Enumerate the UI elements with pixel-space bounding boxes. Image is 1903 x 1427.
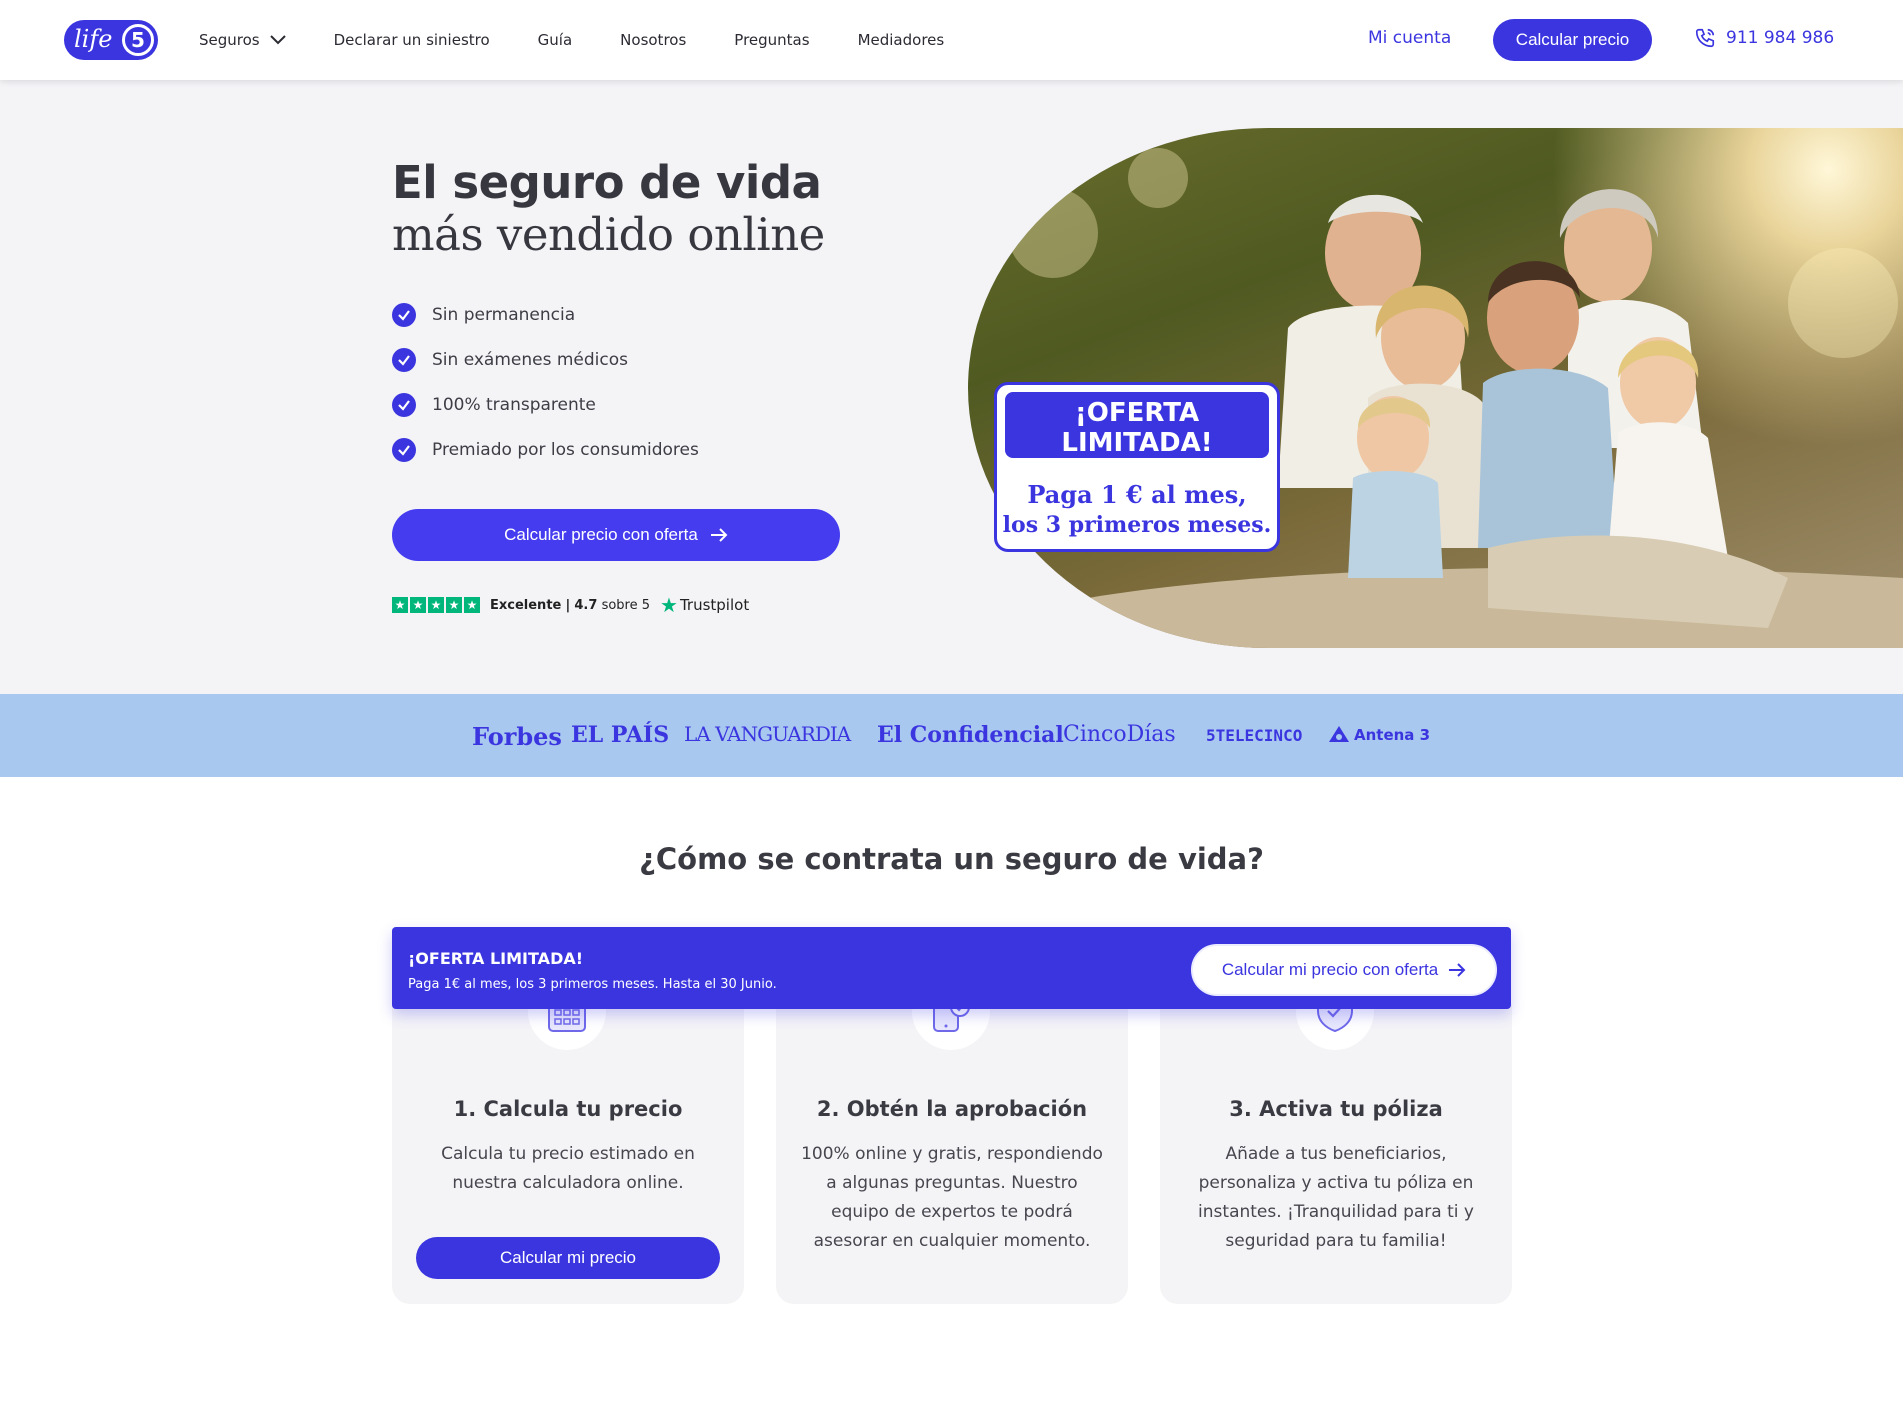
step-2-title: 2. Obtén la aprobación (816, 1097, 1088, 1121)
nav-preguntas[interactable]: Preguntas (734, 31, 809, 49)
el-pais-logo: EL PAÍS (571, 722, 670, 748)
calculate-price-button[interactable]: Calcular precio (1493, 19, 1652, 61)
feature-list: Sin permanencia Sin exámenes médicos 100… (392, 292, 699, 472)
offer-badge-line2: los 3 primeros meses. (1002, 512, 1272, 538)
phone-number: 911 984 986 (1726, 28, 1835, 48)
step-1-text: Calcula tu precio estimado en nuestra ca… (441, 1144, 695, 1193)
offer-badge-header: ¡OFERTA LIMITADA! Hasta el 30 Junio. (1005, 392, 1269, 476)
hero-title: El seguro de vida (392, 156, 822, 209)
offer-badge-subtitle: Hasta el 30 Junio. (1071, 458, 1203, 476)
nav-nosotros[interactable]: Nosotros (620, 31, 686, 49)
offer-badge-title: ¡OFERTA LIMITADA! (1061, 398, 1213, 458)
life5-logo[interactable]: life 5 (64, 20, 158, 60)
logo-text: life (74, 25, 113, 53)
step-card-3: 3. Activa tu póliza Añade a tus benefici… (1160, 972, 1512, 1304)
star-icon: ★ (392, 597, 408, 613)
offer-badge-line1: Paga 1 € al mes, (1027, 480, 1247, 509)
nav-seguros[interactable]: Seguros (199, 31, 286, 49)
limited-offer-badge: ¡OFERTA LIMITADA! Hasta el 30 Junio. Pag… (994, 382, 1280, 552)
trustpilot-rating[interactable]: ★ ★ ★ ★ ★ Excelente | 4.7 sobre 5 ★ Trus… (392, 593, 749, 617)
trustpilot-rating-word: Excelente (490, 597, 562, 613)
check-icon (392, 437, 416, 462)
check-icon (392, 302, 416, 327)
offer-bar-title: ¡OFERTA LIMITADA! (408, 949, 584, 968)
antena3-label: Antena 3 (1354, 726, 1431, 744)
hero-section: El seguro de vida más vendido online Sin… (0, 80, 1903, 694)
la-vanguardia-logo: LA VANGUARDIA (684, 722, 851, 746)
trustpilot-star-icon: ★ (660, 593, 678, 617)
step-3-title: 3. Activa tu póliza (1229, 1097, 1443, 1121)
star-icon: ★ (446, 597, 462, 613)
trustpilot-brand: Trustpilot (679, 596, 750, 614)
antena3-logo: Antena 3 (1328, 725, 1430, 744)
limited-offer-bar: ¡OFERTA LIMITADA! Paga 1€ al mes, los 3 … (392, 927, 1511, 1009)
antena3-icon (1329, 726, 1349, 742)
calculate-price-offer-button[interactable]: Calcular precio con oferta (392, 509, 840, 561)
step-3-text: Añade a tus beneficiarios, personaliza y… (1198, 1144, 1474, 1251)
feature-item: Sin permanencia (392, 292, 699, 337)
trustpilot-stars: ★ ★ ★ ★ ★ (392, 597, 482, 613)
telecinco-logo: 5TELECINCO (1206, 726, 1303, 745)
step-card-1: 1. Calcula tu precio Calcula tu precio e… (392, 972, 744, 1304)
step-1-title: 1. Calcula tu precio (453, 1097, 683, 1121)
main-nav: Seguros Declarar un siniestro Guía Nosot… (199, 0, 992, 80)
arrow-right-icon (1449, 963, 1466, 977)
check-icon (392, 347, 416, 372)
star-icon: ★ (464, 597, 480, 613)
hero-cta-label: Calcular precio con oferta (504, 525, 698, 544)
phone-link[interactable]: 911 984 986 (1694, 27, 1834, 49)
feature-label: 100% transparente (432, 394, 596, 415)
feature-item: Premiado por los consumidores (392, 427, 699, 472)
step-card-2: 2. Obtén la aprobación 100% online y gra… (776, 972, 1128, 1304)
nav-declarar-siniestro[interactable]: Declarar un siniestro (334, 31, 490, 49)
press-logos-band: Forbes EL PAÍS LA VANGUARDIA El Confiden… (0, 694, 1903, 777)
offer-bar-subtitle: Paga 1€ al mes, los 3 primeros meses. Ha… (408, 977, 777, 992)
trustpilot-text: Excelente | 4.7 sobre 5 (490, 598, 650, 613)
feature-label: Sin exámenes médicos (432, 349, 628, 370)
logo-number: 5 (122, 24, 154, 56)
star-icon: ★ (428, 597, 444, 613)
calculate-my-price-button[interactable]: Calcular mi precio (416, 1237, 720, 1279)
nav-guia[interactable]: Guía (538, 31, 573, 49)
star-icon: ★ (410, 597, 426, 613)
trustpilot-score: 4.7 (574, 597, 598, 613)
el-confidencial-logo: El Confidencial (877, 722, 1064, 748)
chevron-down-icon (269, 35, 286, 45)
feature-item: 100% transparente (392, 382, 699, 427)
arrow-right-icon (710, 528, 728, 542)
trustpilot-logo: ★ Trustpilot (660, 593, 749, 617)
cinco-dias-logo: CincoDías (1063, 722, 1176, 747)
trustpilot-separator: | (565, 597, 571, 613)
feature-label: Premiado por los consumidores (432, 439, 699, 460)
site-header: life 5 Seguros Declarar un siniestro Guí… (0, 0, 1903, 80)
how-section-title: ¿Cómo se contrata un seguro de vida? (639, 842, 1264, 876)
my-account-link[interactable]: Mi cuenta (1368, 28, 1451, 48)
forbes-logo: Forbes (472, 722, 562, 751)
nav-seguros-label: Seguros (199, 31, 260, 49)
nav-mediadores[interactable]: Mediadores (858, 31, 945, 49)
offer-bar-button-label: Calcular mi precio con oferta (1221, 960, 1439, 979)
step-2-text: 100% online y gratis, respondiendo a alg… (801, 1144, 1103, 1251)
calculate-my-price-offer-button[interactable]: Calcular mi precio con oferta (1191, 944, 1497, 996)
check-icon (392, 392, 416, 417)
feature-label: Sin permanencia (432, 304, 576, 325)
hero-subtitle: más vendido online (392, 208, 825, 261)
trustpilot-score-suffix: sobre 5 (601, 597, 651, 613)
phone-icon (1695, 28, 1715, 48)
feature-item: Sin exámenes médicos (392, 337, 699, 382)
